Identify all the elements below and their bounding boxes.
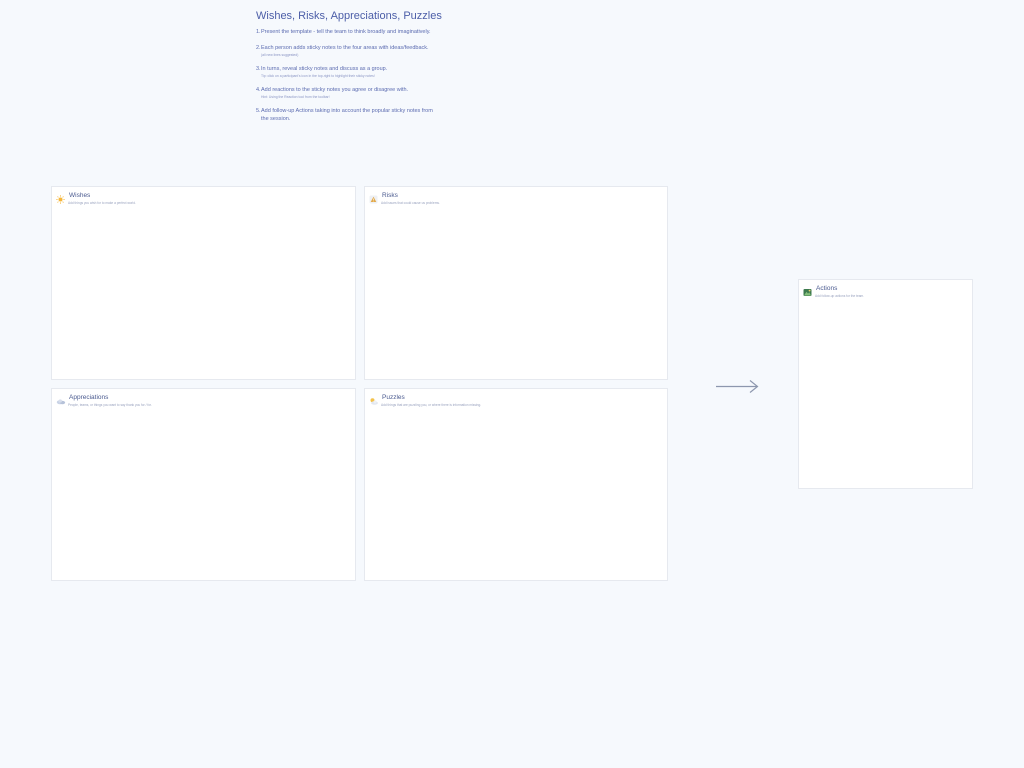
step-1: 1.Present the template - tell the team t…: [256, 28, 476, 36]
frame-wishes[interactable]: Wishes Add things you wish for to make a…: [51, 186, 356, 380]
frame-subtitle: Add things you wish for to make a perfec…: [68, 201, 136, 205]
frame-header: Risks: [369, 191, 398, 204]
frame-header: Appreciations: [56, 393, 109, 405]
frame-title: Risks: [382, 192, 398, 199]
frame-title: Appreciations: [69, 394, 109, 401]
step-hint: (all new lines suggested): [261, 53, 299, 57]
frame-title: Puzzles: [382, 394, 405, 401]
frame-subtitle: Add things that are puzzling you, or whe…: [381, 403, 482, 407]
partly-cloudy-icon: [369, 393, 378, 405]
frame-subtitle: Add follow-up actions for the team.: [815, 294, 865, 298]
whiteboard-canvas[interactable]: Wishes, Risks, Appreciations, Puzzles 1.…: [0, 0, 1024, 768]
step-4: 4.Add reactions to the sticky notes you …: [256, 86, 476, 100]
step-text-continued: the session.: [261, 116, 291, 122]
step-text: Add reactions to the sticky notes you ag…: [261, 87, 409, 93]
warning-icon: [369, 191, 378, 204]
step-text: In turns, reveal sticky notes and discus…: [261, 66, 388, 72]
frame-subtitle: Add issues that could cause us problems.: [381, 201, 440, 205]
frame-header: Puzzles: [369, 393, 405, 405]
frame-actions[interactable]: Actions Add follow-up actions for the te…: [798, 279, 973, 489]
frame-header: Actions: [803, 284, 838, 296]
frame-header: Wishes: [56, 191, 91, 204]
frame-title: Actions: [816, 285, 838, 292]
instructions-panel: Wishes, Risks, Appreciations, Puzzles 1.…: [256, 10, 476, 123]
cloud-icon: [56, 393, 66, 405]
step-hint: Tip: click on a participant's icon in th…: [261, 74, 375, 78]
landscape-icon: [803, 284, 812, 296]
sun-icon: [56, 191, 65, 204]
board-title: Wishes, Risks, Appreciations, Puzzles: [256, 10, 442, 22]
step-3: 3.In turns, reveal sticky notes and disc…: [256, 65, 476, 79]
frame-title: Wishes: [69, 192, 91, 199]
step-hint: Hint: Using the Reaction tool from the t…: [261, 95, 330, 99]
step-text: Present the template - tell the team to …: [261, 29, 431, 35]
frame-puzzles[interactable]: Puzzles Add things that are puzzling you…: [364, 388, 668, 581]
step-2: 2.Each person adds sticky notes to the f…: [256, 44, 476, 58]
connector-arrow[interactable]: [716, 379, 760, 400]
step-5: 5.Add follow-up Actions taking into acco…: [256, 107, 476, 123]
step-text: Each person adds sticky notes to the fou…: [261, 45, 429, 51]
frame-appreciations[interactable]: Appreciations People, teams, or things y…: [51, 388, 356, 581]
frame-risks[interactable]: Risks Add issues that could cause us pro…: [364, 186, 668, 380]
step-text: Add follow-up Actions taking into accoun…: [261, 108, 433, 114]
frame-subtitle: People, teams, or things you want to say…: [68, 403, 152, 407]
